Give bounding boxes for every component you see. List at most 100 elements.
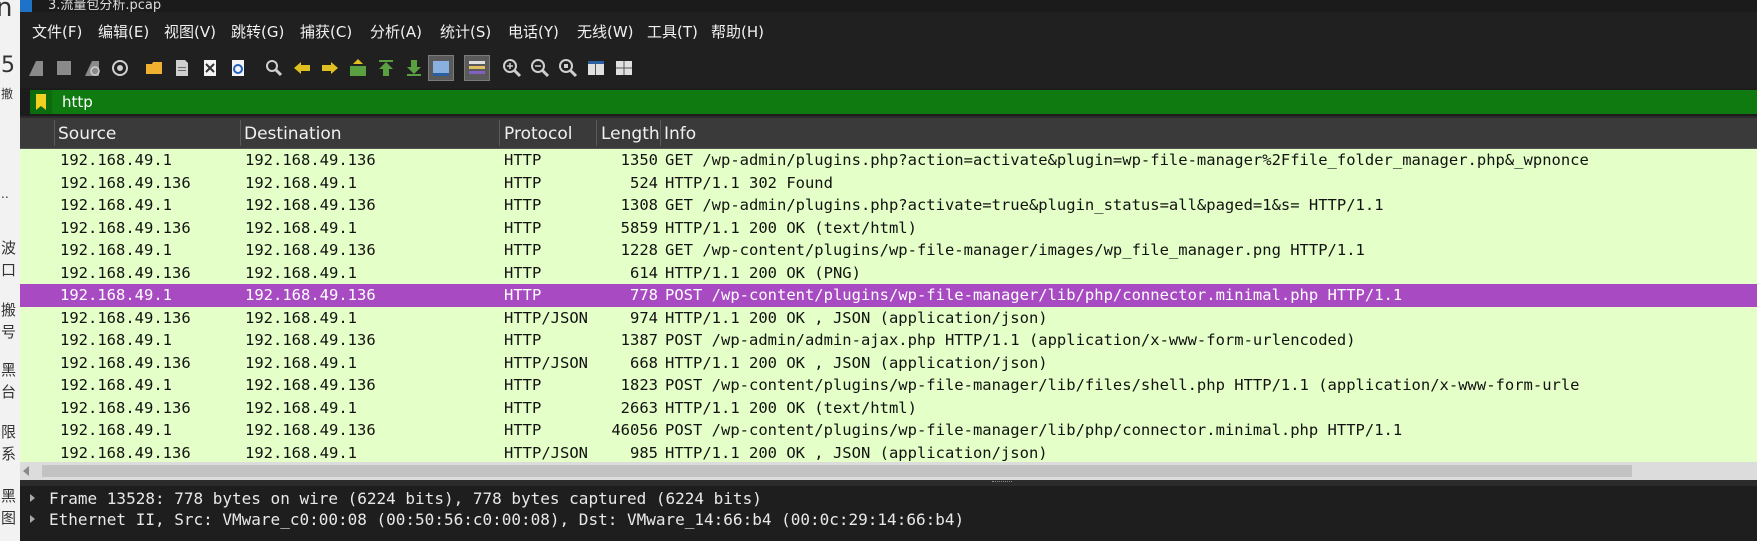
packet-list-header: Source Destination Protocol Length Info (20, 118, 1757, 149)
cell-info: HTTP/1.1 200 OK (text/html) (665, 218, 917, 237)
cell-destination: 192.168.49.1 (245, 443, 357, 462)
cell-source: 192.168.49.1 (60, 376, 172, 394)
expand-arrow-icon[interactable] (30, 515, 35, 523)
cell-destination: 192.168.49.1 (245, 173, 357, 192)
table-row[interactable]: 192.168.49.1 192.168.49.136 HTTP 46056 POST … (20, 419, 1757, 442)
menu-edit[interactable]: 编辑(E) (98, 21, 149, 42)
bookmark-icon[interactable] (30, 90, 52, 114)
background-text: 口 (1, 261, 17, 279)
reload-file-icon[interactable] (226, 56, 250, 80)
window-title: 3.流量包分析.pcap (48, 0, 162, 12)
cell-info: HTTP/1.1 200 OK , JSON (application/json… (665, 353, 1048, 372)
capture-options-icon[interactable] (108, 56, 132, 80)
zoom-normal-icon[interactable] (556, 56, 580, 80)
wireshark-window: 3.流量包分析.pcap 文件(F) 编辑(E) 视图(V) 跳转(G) 捕获(… (20, 0, 1757, 541)
main-toolbar (20, 50, 1757, 88)
table-row[interactable]: 192.168.49.136 192.168.49.1 HTTP 524 HTTP/1.… (20, 171, 1757, 194)
cell-protocol: HTTP/JSON (504, 308, 588, 327)
menu-view[interactable]: 视图(V) (164, 21, 216, 42)
detail-text: Frame 13528: 778 bytes on wire (6224 bit… (49, 489, 762, 508)
app-icon (20, 0, 32, 12)
horizontal-scrollbar[interactable] (20, 462, 1757, 480)
cell-info: HTTP/1.1 200 OK , JSON (application/json… (665, 308, 1048, 327)
column-header-protocol[interactable]: Protocol (504, 124, 573, 144)
table-row[interactable]: 192.168.49.1 192.168.49.136 HTTP 1387 POST /… (20, 329, 1757, 352)
packet-rows: 192.168.49.1 192.168.49.136 HTTP 1350 GET /w… (20, 149, 1757, 464)
menu-capture[interactable]: 捕获(C) (300, 21, 352, 42)
menu-go[interactable]: 跳转(G) (231, 21, 284, 42)
menu-telephony[interactable]: 电话(Y) (508, 21, 559, 42)
menu-file[interactable]: 文件(F) (32, 21, 82, 42)
cell-length: 985 (630, 443, 658, 462)
scroll-left-icon[interactable] (23, 466, 29, 476)
first-packet-icon[interactable] (374, 56, 398, 80)
column-header-destination[interactable]: Destination (244, 124, 342, 144)
cell-destination: 192.168.49.1 (245, 398, 357, 417)
autoscroll-icon[interactable] (428, 55, 454, 81)
go-back-icon[interactable] (290, 56, 314, 80)
table-row[interactable]: 192.168.49.136 192.168.49.1 HTTP/JSON 985 HT… (20, 441, 1757, 464)
cell-protocol: HTTP (504, 151, 542, 169)
background-window: n 5 撤 .. 波 口 搬 号 黑 台 限 系 黑 图 (0, 0, 20, 541)
cell-destination: 192.168.49.136 (245, 331, 376, 349)
table-row[interactable]: 192.168.49.1 192.168.49.136 HTTP 1350 GET /w… (20, 149, 1757, 172)
open-file-icon[interactable] (142, 56, 166, 80)
cell-protocol: HTTP (504, 196, 542, 214)
cell-destination: 192.168.49.136 (245, 241, 376, 259)
go-to-packet-icon[interactable] (346, 56, 370, 80)
last-packet-icon[interactable] (402, 56, 426, 80)
table-row[interactable]: 192.168.49.136 192.168.49.1 HTTP 2663 HTTP/1… (20, 396, 1757, 419)
background-text: 系 (1, 445, 17, 463)
table-row[interactable]: 192.168.49.136 192.168.49.1 HTTP 5859 HTTP/1… (20, 216, 1757, 239)
cell-length: 778 (630, 286, 658, 304)
cell-length: 2663 (620, 398, 658, 417)
cell-length: 46056 (611, 421, 658, 439)
menu-tools[interactable]: 工具(T) (647, 21, 698, 42)
zoom-in-icon[interactable] (500, 56, 524, 80)
menu-statistics[interactable]: 统计(S) (440, 21, 491, 42)
column-header-source[interactable]: Source (58, 124, 116, 144)
go-forward-icon[interactable] (318, 56, 342, 80)
close-file-icon[interactable] (198, 56, 222, 80)
table-row[interactable]: 192.168.49.136 192.168.49.1 HTTP/JSON 974 HT… (20, 306, 1757, 329)
cell-protocol: HTTP/JSON (504, 443, 588, 462)
resize-columns-icon[interactable] (584, 56, 608, 80)
detail-row-ethernet[interactable]: Ethernet II, Src: VMware_c0:00:08 (00:50… (20, 508, 1757, 530)
background-text: n (0, 0, 13, 23)
cell-source: 192.168.49.136 (60, 218, 191, 237)
zoom-out-icon[interactable] (528, 56, 552, 80)
background-text: 撤 (1, 87, 14, 101)
cell-source: 192.168.49.136 (60, 443, 191, 462)
detail-row-frame[interactable]: Frame 13528: 778 bytes on wire (6224 bit… (20, 487, 1757, 509)
menu-help[interactable]: 帮助(H) (711, 21, 764, 42)
cell-info: POST /wp-content/plugins/wp-file-manager… (665, 286, 1403, 304)
restart-capture-icon[interactable] (80, 56, 104, 80)
stop-capture-icon[interactable] (52, 56, 76, 80)
menu-wireless[interactable]: 无线(W) (577, 21, 634, 42)
table-row[interactable]: 192.168.49.1 192.168.49.136 HTTP 1308 GET /w… (20, 194, 1757, 217)
cell-info: POST /wp-admin/admin-ajax.php HTTP/1.1 (… (665, 331, 1356, 349)
background-text: 5 (1, 53, 15, 78)
start-capture-icon[interactable] (24, 56, 48, 80)
display-filter-input[interactable]: http (30, 90, 1757, 114)
cell-info: GET /wp-content/plugins/wp-file-manager/… (665, 241, 1365, 259)
table-row[interactable]: 192.168.49.1 192.168.49.136 HTTP 1823 POST /… (20, 374, 1757, 397)
table-row[interactable]: 192.168.49.136 192.168.49.1 HTTP 614 HTTP/1.… (20, 261, 1757, 284)
cell-length: 5859 (620, 218, 658, 237)
find-packet-icon[interactable] (262, 56, 286, 80)
splitter-grip[interactable] (992, 481, 1012, 485)
menu-analyze[interactable]: 分析(A) (370, 21, 422, 42)
table-row[interactable]: 192.168.49.136 192.168.49.1 HTTP/JSON 668 HT… (20, 351, 1757, 374)
expand-arrow-icon[interactable] (30, 494, 35, 502)
save-file-icon[interactable] (170, 56, 194, 80)
background-text: 黑 (1, 361, 17, 379)
layout-icon[interactable] (612, 56, 636, 80)
cell-info: HTTP/1.1 302 Found (665, 173, 833, 192)
scrollbar-thumb[interactable] (42, 465, 1632, 477)
table-row[interactable]: 192.168.49.1 192.168.49.136 HTTP 1228 GET /w… (20, 239, 1757, 262)
table-row[interactable]: 192.168.49.1 192.168.49.136 HTTP 778 POST /w… (20, 284, 1757, 307)
column-header-info[interactable]: Info (664, 124, 696, 144)
cell-protocol: HTTP (504, 376, 542, 394)
colorize-icon[interactable] (464, 55, 490, 81)
column-header-length[interactable]: Length (601, 124, 660, 144)
